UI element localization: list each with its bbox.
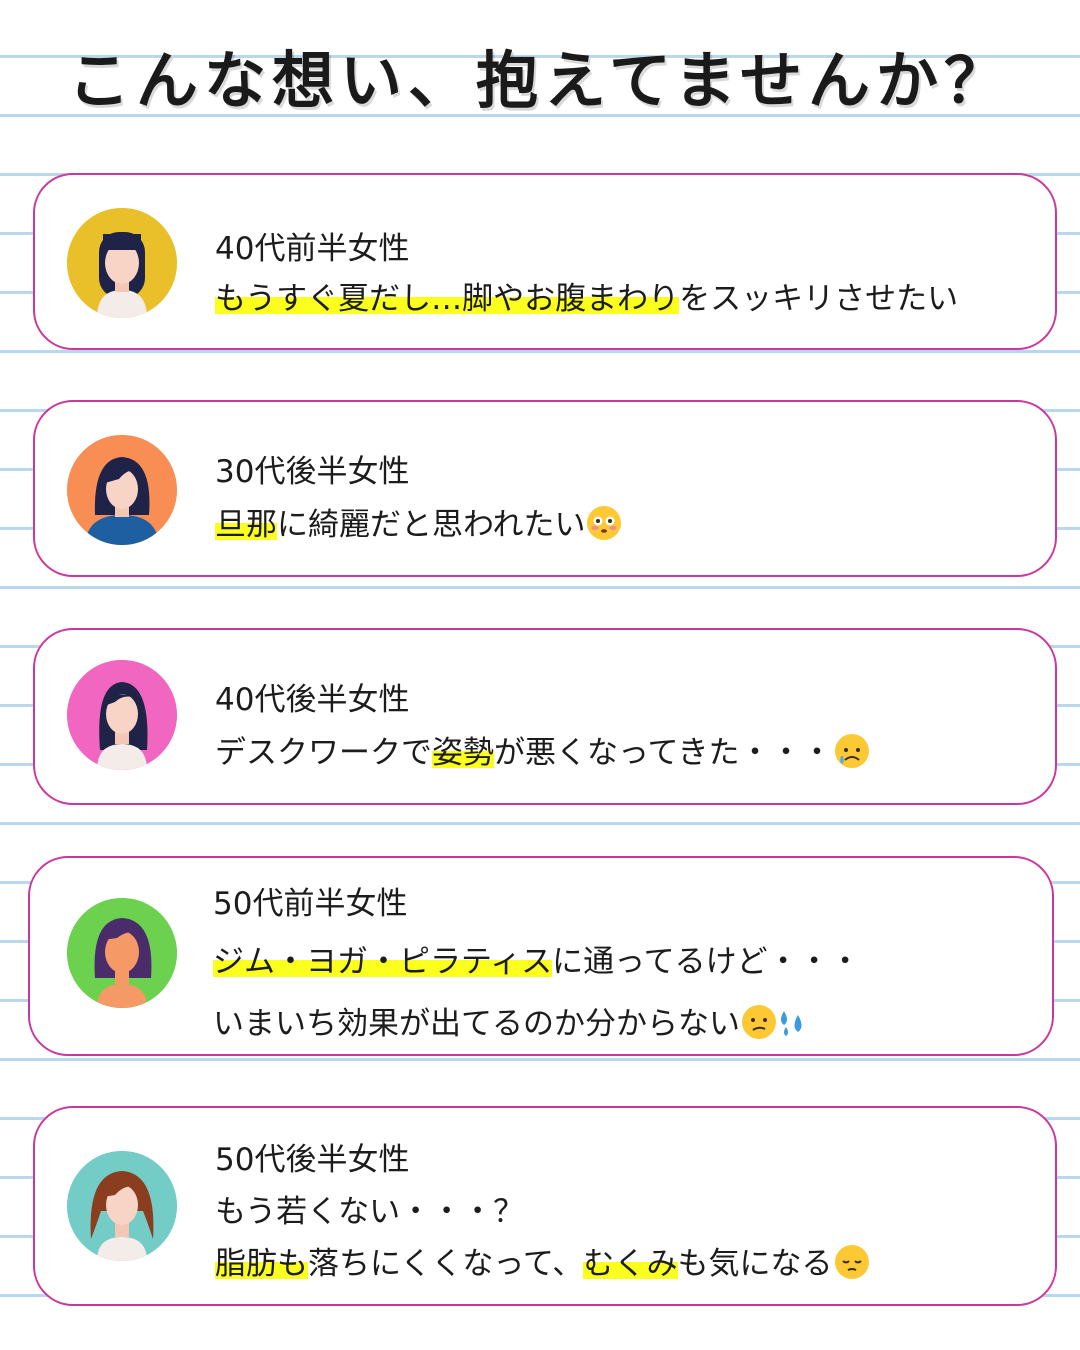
persona-label: 50代前半女性 [213,886,408,922]
worry-text-mid: 落ちにくくなって、 [308,1246,584,1282]
persona-label: 50代後半女性 [215,1142,410,1178]
worry-text-rest: に綺麗だと思われたい [277,507,586,543]
page-title: こんな想い、抱えてませんか？ [68,44,1012,117]
worry-text-rest: に通ってるけど・・・ [552,944,861,980]
pensive-face-emoji-icon [834,1245,869,1279]
woman-avatar-icon [67,435,177,545]
woman-avatar-icon [67,660,177,770]
worry-text-rest: も気になる [677,1246,833,1282]
worry-text: 旦那に綺麗だと思われたい [215,499,622,544]
woman-avatar-icon [67,898,177,1008]
avatar [67,435,177,545]
highlighted-text: 旦那 [215,507,277,543]
worry-text: ジム・ヨガ・ピラティスに通ってるけど・・・ [213,936,861,981]
woman-avatar-icon [67,1151,177,1261]
highlighted-text-2: むくみ [583,1246,678,1282]
avatar [67,898,177,1008]
sweat-droplets-emoji-icon [776,1005,810,1039]
highlighted-text: もうすぐ夏だし…脚やお腹まわり [215,281,680,317]
worry-card-3: 40代後半女性 デスクワークで姿勢が悪くなってきた・・・ [33,628,1057,805]
worry-text-line2: いまいち効果が出てるのか分からない [213,998,810,1043]
highlighted-text: 脂肪も [215,1246,308,1282]
worry-text-line2: 脂肪も落ちにくくなって、むくみも気になる [215,1238,869,1283]
worry-text-line2-text: いまいち効果が出てるのか分からない [213,1006,740,1042]
persona-label: 30代後半女性 [215,454,410,490]
worry-card-2: 30代後半女性 旦那に綺麗だと思われたい [33,400,1057,577]
highlighted-text: ジム・ヨガ・ピラティス [213,944,553,980]
avatar [67,1151,177,1261]
worry-text-rest: が悪くなってきた・・・ [494,735,833,771]
highlighted-text: 姿勢 [432,735,494,771]
worry-card-1: 40代前半女性 もうすぐ夏だし…脚やお腹まわりをスッキリさせたい [33,173,1057,350]
persona-label: 40代前半女性 [215,231,410,267]
persona-label: 40代後半女性 [215,682,410,718]
worry-text: もう若くない・・・？ [215,1194,525,1230]
worry-text: もうすぐ夏だし…脚やお腹まわりをスッキリさせたい [215,273,958,318]
avatar [67,208,177,318]
worry-text-pre: デスクワークで [215,735,432,771]
worry-card-5: 50代後半女性 もう若くない・・・？ 脂肪も落ちにくくなって、むくみも気になる [33,1106,1057,1306]
worry-text-rest: をスッキリさせたい [679,281,959,317]
worry-card-4: 50代前半女性 ジム・ヨガ・ピラティスに通ってるけど・・・ いまいち効果が出てる… [28,856,1054,1056]
confused-face-emoji-icon [742,1005,776,1039]
avatar [67,660,177,770]
flushed-face-emoji-icon [587,506,622,540]
worry-text: デスクワークで姿勢が悪くなってきた・・・ [215,727,869,772]
woman-avatar-icon [67,208,177,318]
sad-sweat-face-emoji-icon [834,734,869,768]
